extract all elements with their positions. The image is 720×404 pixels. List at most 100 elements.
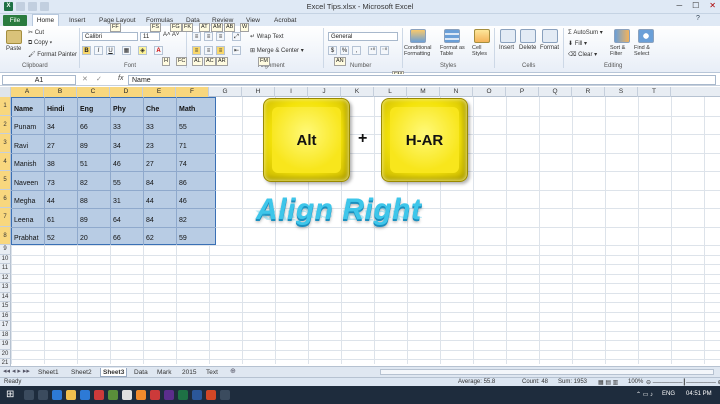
- column-header-q[interactable]: Q: [539, 87, 572, 97]
- paste-label[interactable]: Paste: [6, 46, 21, 52]
- row-header-9[interactable]: 9: [0, 245, 11, 255]
- autosum-button[interactable]: Σ AutoSum ▾: [568, 29, 603, 36]
- row-header-4[interactable]: 4: [0, 152, 11, 171]
- fill-color-icon[interactable]: ◈: [138, 46, 147, 55]
- store-icon[interactable]: [80, 390, 90, 400]
- table-cell[interactable]: 34: [113, 143, 121, 150]
- table-cell[interactable]: Naveen: [14, 180, 38, 187]
- insert-cells-icon[interactable]: [500, 29, 516, 43]
- table-cell[interactable]: Punam: [14, 124, 36, 131]
- edge-icon[interactable]: [52, 390, 62, 400]
- column-header-l[interactable]: L: [374, 87, 407, 97]
- table-cell[interactable]: 44: [146, 198, 154, 205]
- table-cell[interactable]: 73: [47, 180, 55, 187]
- table-cell[interactable]: Leena: [14, 217, 33, 224]
- sheet-tab-text[interactable]: Text: [204, 368, 220, 377]
- acrobat-icon[interactable]: [150, 390, 160, 400]
- sheet-tab-sheet1[interactable]: Sheet1: [36, 368, 61, 377]
- table-cell[interactable]: 34: [47, 124, 55, 131]
- wrap-text-button[interactable]: ↵ Wrap Text: [250, 33, 284, 40]
- sheet-tab-mark[interactable]: Mark: [155, 368, 173, 377]
- task-view-icon[interactable]: [38, 390, 48, 400]
- column-header-m[interactable]: M: [407, 87, 440, 97]
- delete-label[interactable]: Delete: [519, 45, 536, 51]
- table-cell[interactable]: 71: [179, 143, 187, 150]
- row-header-10[interactable]: 10: [0, 254, 11, 264]
- table-cell[interactable]: 38: [47, 161, 55, 168]
- format-painter-button[interactable]: 🖌 Format Painter: [28, 51, 77, 58]
- row-header-19[interactable]: 19: [0, 340, 11, 350]
- row-header-2[interactable]: 2: [0, 115, 11, 134]
- currency-button[interactable]: $: [328, 46, 337, 55]
- align-center-icon[interactable]: ≡: [204, 46, 213, 55]
- merge-center-button[interactable]: ⊞ Merge & Center ▾: [250, 47, 304, 54]
- help-icon[interactable]: ?: [696, 15, 700, 22]
- table-cell[interactable]: 46: [179, 198, 187, 205]
- column-header-k[interactable]: K: [341, 87, 374, 97]
- comma-style-icon[interactable]: ,: [352, 46, 361, 55]
- table-cell[interactable]: Ravi: [14, 143, 28, 150]
- chrome-icon[interactable]: [122, 390, 132, 400]
- view-normal-icon[interactable]: ▦ ▤ ▥: [598, 379, 618, 386]
- paste-icon[interactable]: [6, 30, 22, 44]
- word-icon[interactable]: [192, 390, 202, 400]
- table-cell[interactable]: 46: [113, 161, 121, 168]
- format-as-table-icon[interactable]: [444, 29, 460, 43]
- clock[interactable]: 04:51 PM: [686, 391, 712, 397]
- zoom-level[interactable]: 100%: [628, 379, 643, 385]
- italic-button[interactable]: I: [94, 46, 103, 55]
- increase-decimal-icon[interactable]: ⁺⁰: [368, 46, 377, 55]
- row-header-11[interactable]: 11: [0, 264, 11, 274]
- row-header-5[interactable]: 5: [0, 171, 11, 190]
- number-format-select[interactable]: General: [328, 32, 398, 41]
- align-left-icon[interactable]: ≡: [192, 46, 201, 55]
- row-header-14[interactable]: 14: [0, 292, 11, 302]
- powerpoint-icon[interactable]: [206, 390, 216, 400]
- column-header-b[interactable]: B: [44, 87, 77, 97]
- column-header-r[interactable]: R: [572, 87, 605, 97]
- align-right-icon[interactable]: ≡: [216, 46, 225, 55]
- table-cell[interactable]: 59: [179, 235, 187, 242]
- column-header-p[interactable]: P: [506, 87, 539, 97]
- table-cell[interactable]: 27: [146, 161, 154, 168]
- table-cell[interactable]: 89: [80, 217, 88, 224]
- row-header-20[interactable]: 20: [0, 349, 11, 359]
- new-sheet-icon[interactable]: ⊕: [230, 367, 236, 375]
- onenote-icon[interactable]: [164, 390, 174, 400]
- delete-cells-icon[interactable]: [520, 29, 536, 43]
- row-header-15[interactable]: 15: [0, 302, 11, 312]
- tab-acrobat[interactable]: Acrobat: [274, 15, 296, 26]
- orientation-icon[interactable]: ⤢: [232, 32, 241, 41]
- table-cell[interactable]: 84: [146, 180, 154, 187]
- name-box[interactable]: A1: [2, 75, 76, 85]
- row-header-3[interactable]: 3: [0, 134, 11, 153]
- table-cell[interactable]: Megha: [14, 198, 35, 205]
- cell-styles-label[interactable]: Cell Styles: [472, 45, 494, 57]
- underline-button[interactable]: U: [106, 46, 115, 55]
- find-select-label[interactable]: Find & Select: [634, 45, 656, 57]
- table-cell[interactable]: 44: [47, 198, 55, 205]
- app-green-icon[interactable]: [108, 390, 118, 400]
- sort-filter-icon[interactable]: [614, 29, 630, 43]
- row-header-6[interactable]: 6: [0, 189, 11, 208]
- conditional-formatting-label[interactable]: Conditional Formatting: [404, 45, 436, 57]
- column-header-o[interactable]: O: [473, 87, 506, 97]
- table-header-cell[interactable]: Hindi: [47, 106, 65, 113]
- sheet-nav-icon[interactable]: ◂◂ ◂ ▸ ▸▸: [3, 367, 30, 375]
- column-header-h[interactable]: H: [242, 87, 275, 97]
- column-header-s[interactable]: S: [605, 87, 638, 97]
- table-cell[interactable]: Prabhat: [14, 235, 39, 242]
- align-middle-icon[interactable]: ≡: [204, 32, 213, 41]
- sheet-tab-data[interactable]: Data: [132, 368, 150, 377]
- table-cell[interactable]: 52: [47, 235, 55, 242]
- fill-button[interactable]: ⬇ Fill ▾: [568, 40, 587, 47]
- column-header-f[interactable]: F: [176, 87, 209, 97]
- row-header-13[interactable]: 13: [0, 283, 11, 293]
- table-cell[interactable]: 20: [80, 235, 88, 242]
- insert-label[interactable]: Insert: [499, 45, 514, 51]
- formula-input[interactable]: Name: [128, 75, 716, 85]
- table-cell[interactable]: 66: [113, 235, 121, 242]
- table-cell[interactable]: 33: [113, 124, 121, 131]
- borders-icon[interactable]: ▦: [122, 46, 131, 55]
- table-cell[interactable]: 51: [80, 161, 88, 168]
